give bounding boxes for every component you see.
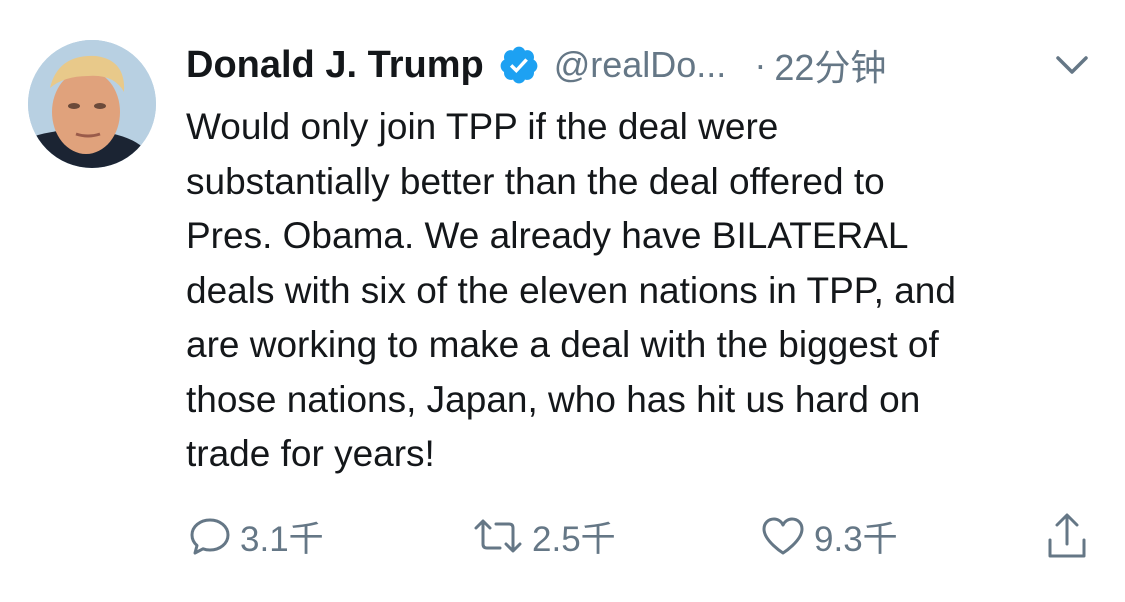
chevron-down-icon[interactable] xyxy=(1054,50,1090,80)
tweet-timestamp[interactable]: 22分钟 xyxy=(774,39,886,91)
retweet-icon xyxy=(472,514,524,558)
reply-icon xyxy=(188,514,232,558)
retweet-count: 2.5千 xyxy=(532,519,616,559)
like-count: 9.3千 xyxy=(814,519,898,559)
retweet-button[interactable]: 2.5千 xyxy=(472,506,616,566)
tweet-header: Donald J. Trump @realDo... · 22分钟 xyxy=(186,38,1106,92)
verified-badge-icon xyxy=(498,44,540,86)
reply-count: 3.1千 xyxy=(240,519,324,559)
author-handle[interactable]: @realDo... xyxy=(554,44,727,86)
separator-dot: · xyxy=(754,44,767,85)
tweet-card[interactable]: Donald J. Trump @realDo... · 22分钟 Would … xyxy=(0,0,1125,602)
share-icon xyxy=(1044,510,1090,562)
avatar[interactable] xyxy=(28,40,156,168)
share-button[interactable] xyxy=(1044,506,1090,566)
tweet-actions: 3.1千 2.5千 9.3千 xyxy=(186,506,1106,566)
reply-button[interactable]: 3.1千 xyxy=(188,506,324,566)
like-button[interactable]: 9.3千 xyxy=(760,506,898,566)
heart-icon xyxy=(760,514,806,558)
author-name[interactable]: Donald J. Trump xyxy=(186,44,484,87)
tweet-text: Would only join TPP if the deal were sub… xyxy=(186,106,956,474)
